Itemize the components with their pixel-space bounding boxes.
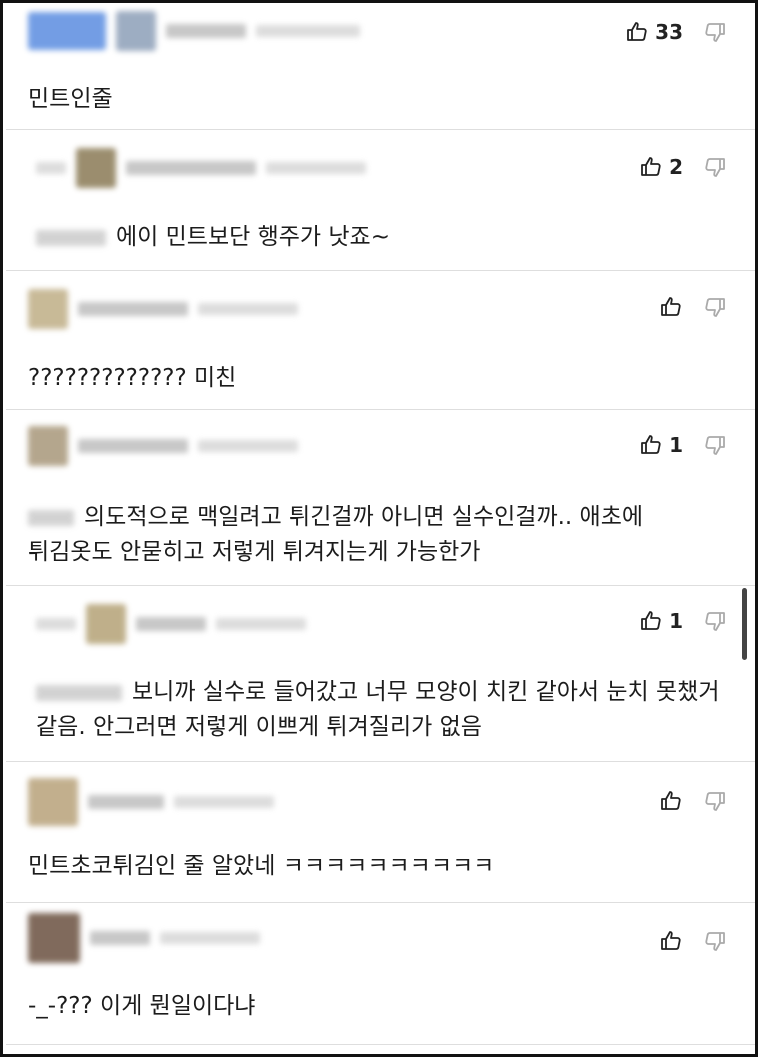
comment-author-blurred xyxy=(36,604,306,644)
avatar xyxy=(28,913,80,963)
vote-controls: 33 xyxy=(625,20,727,44)
comment-text: -_-??? 이게 뭔일이다냐 xyxy=(28,993,256,1019)
thumbs-down-icon[interactable] xyxy=(703,929,727,953)
comment-list: 33 민트인줄 2 에이 민트보단 행주가 낫죠~ ????????????? … xyxy=(0,0,758,1057)
avatar xyxy=(28,778,78,826)
comment-author-blurred xyxy=(28,289,298,329)
thumbs-down-icon[interactable] xyxy=(703,433,727,457)
reply-mention-blurred xyxy=(36,229,106,246)
thumbs-up-icon[interactable] xyxy=(625,20,649,44)
like-count: 1 xyxy=(669,609,683,633)
comment-text: 에이 민트보단 행주가 낫죠~ xyxy=(36,220,731,255)
thumbs-up-icon[interactable] xyxy=(639,433,663,457)
comment-item: 1 의도적으로 맥일려고 튀긴걸까 아니면 실수인걸까.. 애초에 튀김옷도 안… xyxy=(6,410,755,586)
avatar xyxy=(86,604,126,644)
comment-item: -_-??? 이게 뭔일이다냐 xyxy=(6,903,755,1045)
comment-item: 33 민트인줄 xyxy=(6,3,755,130)
thumbs-down-icon[interactable] xyxy=(703,155,727,179)
avatar xyxy=(28,426,68,466)
comment-author-blurred xyxy=(36,148,366,188)
comment-item: 2 에이 민트보단 행주가 낫죠~ xyxy=(6,130,755,271)
reply-mention-blurred xyxy=(28,509,74,526)
comment-item: ????????????? 미친 xyxy=(6,271,755,410)
comment-author-blurred xyxy=(28,426,298,466)
scrollbar[interactable] xyxy=(742,588,747,660)
comment-text: 민트초코튀김인 줄 알았네 ㅋㅋㅋㅋㅋㅋㅋㅋㅋㅋ xyxy=(28,853,495,879)
thumbs-up-icon[interactable] xyxy=(639,609,663,633)
comment-item: 1 보니까 실수로 들어갔고 너무 모양이 치킨 같아서 눈치 못챘거 같음. … xyxy=(6,586,755,762)
avatar xyxy=(28,12,106,50)
thumbs-down-icon[interactable] xyxy=(703,789,727,813)
thumbs-down-icon[interactable] xyxy=(703,20,727,44)
avatar xyxy=(116,11,156,51)
vote-controls: 1 xyxy=(639,433,727,457)
comment-author-blurred xyxy=(28,913,260,963)
thumbs-down-icon[interactable] xyxy=(703,609,727,633)
thumbs-down-icon[interactable] xyxy=(703,295,727,319)
like-count: 2 xyxy=(669,155,683,179)
vote-controls: 1 xyxy=(639,609,727,633)
avatar xyxy=(76,148,116,188)
comment-text: 보니까 실수로 들어갔고 너무 모양이 치킨 같아서 눈치 못챘거 같음. 안그… xyxy=(36,679,720,740)
thumbs-up-icon[interactable] xyxy=(639,155,663,179)
comment-author-blurred xyxy=(28,11,360,51)
like-count: 33 xyxy=(655,20,683,44)
comment-text: 민트인줄 xyxy=(28,86,113,112)
thumbs-up-icon[interactable] xyxy=(659,789,683,813)
comment-item: 민트초코튀김인 줄 알았네 ㅋㅋㅋㅋㅋㅋㅋㅋㅋㅋ xyxy=(6,762,755,903)
vote-controls xyxy=(659,929,727,953)
like-count: 1 xyxy=(669,433,683,457)
thumbs-up-icon[interactable] xyxy=(659,929,683,953)
comment-text: 의도적으로 맥일려고 튀긴걸까 아니면 실수인걸까.. 애초에 튀김옷도 안묻히… xyxy=(28,504,644,565)
avatar xyxy=(28,289,68,329)
comment-text: ????????????? 미친 xyxy=(28,365,237,391)
thumbs-up-icon[interactable] xyxy=(659,295,683,319)
comment-author-blurred xyxy=(28,778,274,826)
vote-controls: 2 xyxy=(639,155,727,179)
vote-controls xyxy=(659,789,727,813)
reply-mention-blurred xyxy=(36,684,122,701)
vote-controls xyxy=(659,295,727,319)
